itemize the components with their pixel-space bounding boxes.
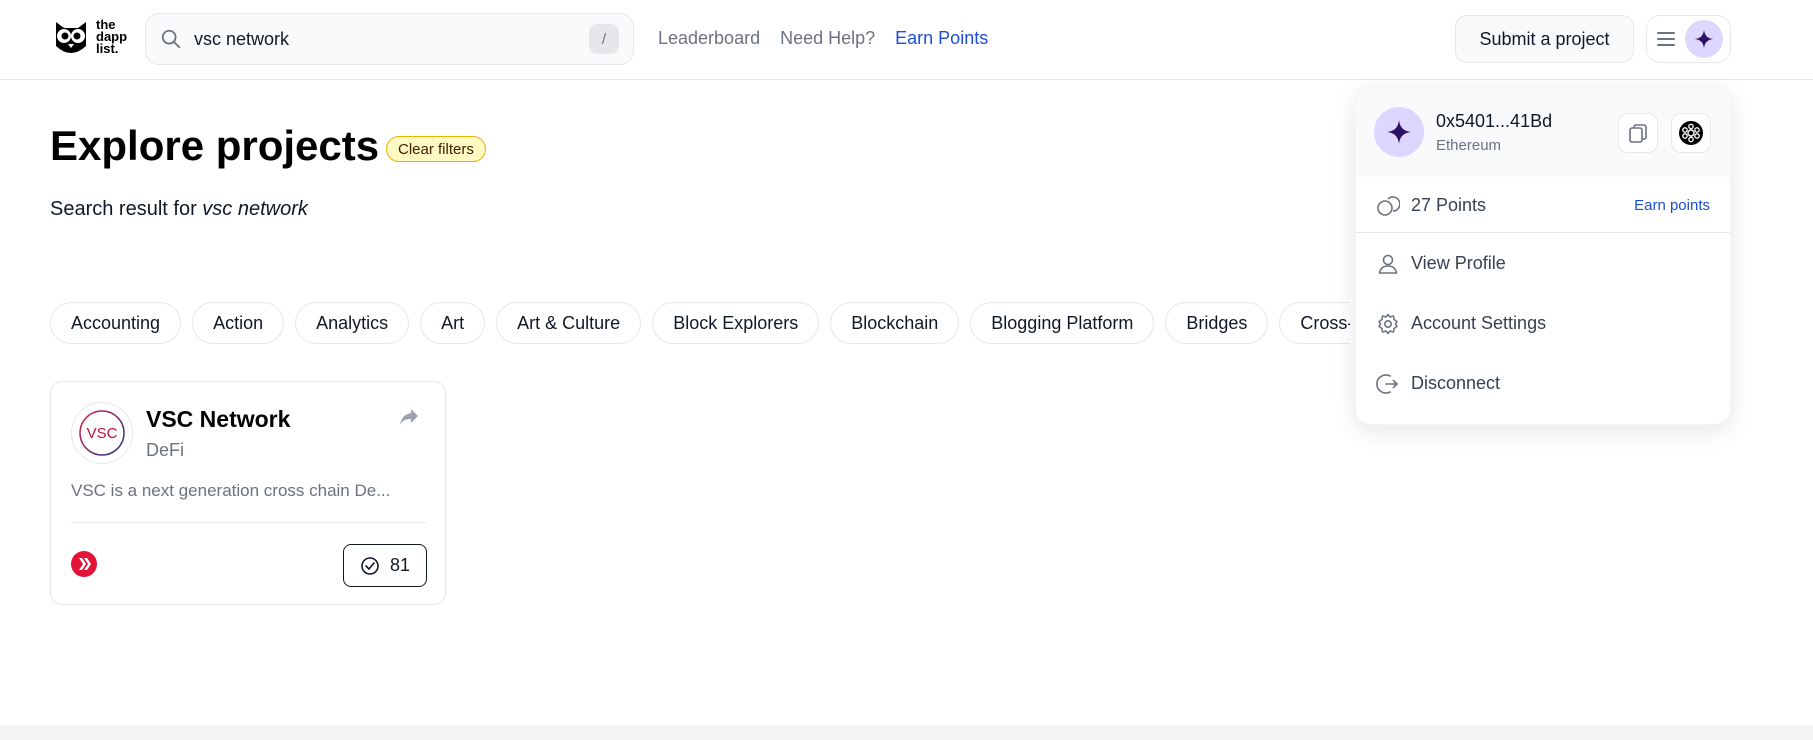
project-logo: VSC [71,402,133,464]
menu-item-account-settings[interactable]: Account Settings [1356,293,1730,353]
coins-icon [1377,196,1400,216]
earn-points-link[interactable]: Earn points [1634,197,1710,214]
sparkle-icon [1694,29,1714,49]
points-label: 27 Points [1411,195,1487,215]
category-chip[interactable]: Blogging Platform [970,302,1155,344]
wallet-network: Ethereum [1436,137,1502,154]
points-row: 27 Points Earn points [1356,177,1730,233]
wallet-dropdown-menu: 0x5401...41Bd Ethereum 27 Points Earn po… [1355,86,1731,425]
search-icon [161,29,181,49]
logout-icon [1376,374,1398,394]
search-result-query: vsc network [202,198,308,220]
menu-item-label: View Profile [1411,253,1506,273]
copy-address-button[interactable] [1618,113,1658,153]
footer-strip [0,725,1813,740]
project-description: VSC is a next generation cross chain De.… [71,481,391,500]
network-icon [1679,121,1703,145]
submit-project-button[interactable]: Submit a project [1455,15,1634,63]
category-chip[interactable]: Analytics [295,302,410,344]
wallet-avatar [1685,20,1723,58]
category-chip[interactable]: Accounting [50,302,182,344]
wallet-address: 0x5401...41Bd [1436,111,1553,131]
owl-logo-icon [56,22,86,53]
top-nav: Leaderboard Need Help? Earn Points [658,28,988,49]
dapplist-logo[interactable]: the dapp list. [50,16,127,58]
menu-item-label: Account Settings [1411,313,1547,333]
page-title: Explore projects [50,122,380,169]
category-chip[interactable]: Art [420,302,486,344]
wallet-avatar-large [1374,107,1424,157]
vsc-logo-icon: VSC [79,410,125,456]
menu-item-view-profile[interactable]: View Profile [1356,233,1730,293]
nav-earn-points-link[interactable]: Earn Points [895,28,988,49]
search-result-prefix: Search result for [50,198,203,220]
clear-filters-button[interactable]: Clear filters [386,136,486,162]
menu-item-label: Disconnect [1411,373,1501,393]
sparkle-icon [1387,120,1411,144]
user-icon [1378,254,1398,274]
project-card[interactable]: VSC VSC Network DeFi VSC is a next gener… [50,381,446,605]
nav-leaderboard-link[interactable]: Leaderboard [658,28,760,49]
logo-word-list: list. [96,41,119,56]
network-button[interactable] [1671,113,1711,153]
wallet-summary: 0x5401...41Bd Ethereum [1356,87,1730,177]
upvote-button[interactable]: 81 [343,544,427,587]
category-chip[interactable]: Block Explorers [652,302,820,344]
project-category: DeFi [146,440,185,460]
category-chip[interactable]: Action [192,302,285,344]
vote-count: 81 [389,555,411,575]
category-chip[interactable]: Art & Culture [496,302,642,344]
category-chips: Accounting Action Analytics Art Art & Cu… [50,302,1350,344]
copy-icon [1629,124,1647,143]
card-divider [71,522,426,523]
gear-icon [1378,313,1398,335]
logo-wordmark: the dapp list. [96,18,127,56]
account-menu-toggle[interactable] [1646,15,1731,63]
search-bar[interactable]: vsc network / [145,13,634,65]
category-chip[interactable]: Cross-chain [1279,302,1350,344]
search-input[interactable]: vsc network [194,29,589,50]
top-header: the dapp list. vsc network / Leaderboard… [0,0,1813,80]
check-circle-icon [361,556,379,575]
project-name[interactable]: VSC Network [146,406,290,433]
search-result-text: Search result for vsc network [50,198,308,221]
hamburger-icon [1657,32,1675,46]
category-chip[interactable]: Bridges [1165,302,1269,344]
hive-chain-icon [71,551,97,577]
svg-text:VSC: VSC [87,425,118,442]
nav-need-help-link[interactable]: Need Help? [780,28,875,49]
share-icon[interactable] [399,408,419,426]
search-shortcut-key: / [589,24,619,54]
category-chip[interactable]: Blockchain [830,302,960,344]
menu-item-disconnect[interactable]: Disconnect [1356,353,1730,413]
